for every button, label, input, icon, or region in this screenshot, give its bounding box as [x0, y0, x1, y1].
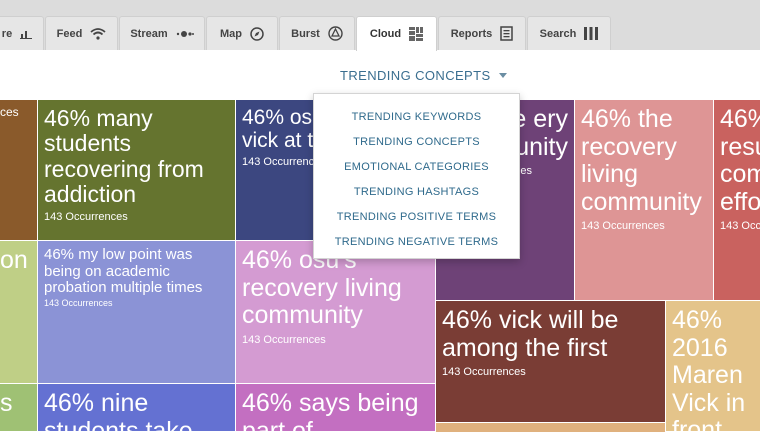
concept-type-dropdown[interactable]: TRENDING CONCEPTS: [340, 68, 507, 83]
wifi-icon: [90, 27, 106, 40]
tile-text: 46% vick will be among the first: [442, 306, 619, 362]
menu-item-trending-negative-terms[interactable]: TRENDING NEGATIVE TERMS: [314, 229, 519, 254]
treemap-tile[interactable]: 46% nine students take: [38, 384, 236, 432]
menu-item-emotional-categories[interactable]: EMOTIONAL CATEGORIES: [314, 154, 519, 179]
grid-icon: [409, 27, 424, 41]
stream-dots-icon: [176, 30, 194, 38]
tile-occurrences: 143 Occurrences: [581, 220, 665, 232]
burst-icon: [328, 26, 343, 41]
treemap-tile[interactable]: on: [0, 241, 38, 384]
treemap-tile[interactable]: 46% vick will be among the first 143 Occ…: [436, 301, 666, 423]
tab-label: re: [1, 27, 13, 40]
tab-map[interactable]: Map: [206, 16, 278, 50]
tile-text: 46% resu com effo: [720, 105, 760, 216]
treemap-tile[interactable]: s: [0, 384, 38, 432]
menu-item-trending-concepts[interactable]: TRENDING CONCEPTS: [314, 129, 519, 154]
tab-overview[interactable]: re: [0, 16, 44, 50]
columns-icon: [584, 27, 599, 40]
tab-search[interactable]: Search: [527, 16, 611, 50]
tile-text: ces: [0, 105, 19, 119]
concept-type-menu: TRENDING KEYWORDS TRENDING CONCEPTS EMOT…: [313, 93, 520, 259]
tile-text: 46% nine students take: [44, 389, 193, 432]
tab-label: Map: [220, 27, 242, 40]
dropdown-selected-label: TRENDING CONCEPTS: [340, 68, 491, 83]
tile-occurrences: 143 Occurrences: [442, 366, 526, 378]
compass-icon: [250, 26, 264, 41]
tile-occurrences: 143 Occ: [720, 220, 760, 232]
tab-bar: re Feed Stream Map Burst Cloud Reports S…: [0, 0, 760, 51]
treemap-tile[interactable]: 46% resu com effo 143 Occ: [714, 100, 760, 301]
tile-text: 46% 2016 Maren Vick in front: [672, 306, 746, 432]
tile-occurrences: 143 Occurrences: [242, 333, 326, 346]
tile-text: 46% the recovery living community: [581, 105, 702, 216]
treemap-tile[interactable]: 46% 2016 Maren Vick in front: [666, 301, 760, 432]
tile-text: on: [0, 246, 28, 274]
treemap-tile[interactable]: 46% osu's recovery living community 143 …: [236, 241, 436, 384]
tile-text: s: [0, 389, 13, 417]
treemap-tile[interactable]: 46% many students recovering from addict…: [38, 100, 236, 241]
tab-label: Feed: [56, 27, 83, 40]
tile-occurrences: 143 Occurrences: [44, 297, 113, 308]
tab-label: Stream: [130, 27, 168, 40]
tab-label: Burst: [291, 27, 320, 40]
tab-burst[interactable]: Burst: [279, 16, 355, 50]
treemap-tile[interactable]: ces: [0, 100, 38, 241]
treemap-tile[interactable]: 46% says being part of: [236, 384, 436, 432]
tile-text: 46% osu's recovery living community: [242, 246, 402, 329]
document-icon: [500, 26, 514, 41]
treemap-tile[interactable]: 46% the recovery living community 143 Oc…: [575, 100, 714, 301]
menu-item-trending-keywords[interactable]: TRENDING KEYWORDS: [314, 104, 519, 129]
menu-item-trending-positive-terms[interactable]: TRENDING POSITIVE TERMS: [314, 204, 519, 229]
treemap-tile[interactable]: [436, 423, 666, 432]
tab-cloud[interactable]: Cloud: [356, 16, 437, 51]
tab-label: Reports: [450, 27, 493, 40]
tab-label: Search: [539, 27, 577, 40]
tile-text: 46% says being part of: [242, 389, 419, 432]
tab-feed[interactable]: Feed: [45, 16, 118, 50]
bar-chart-icon: [20, 28, 33, 39]
app-page: re Feed Stream Map Burst Cloud Reports S…: [0, 0, 760, 432]
treemap-tile[interactable]: 46% my low point was being on academic p…: [38, 241, 236, 384]
tile-text: 46% many students recovering from addict…: [44, 105, 204, 207]
tile-occurrences: 143 Occurrences: [44, 211, 128, 224]
chevron-down-icon: [498, 73, 507, 78]
tab-stream[interactable]: Stream: [119, 16, 205, 50]
tile-text: 46% my low point was being on academic p…: [44, 246, 203, 296]
menu-item-trending-hashtags[interactable]: TRENDING HASHTAGS: [314, 179, 519, 204]
tab-reports[interactable]: Reports: [438, 16, 526, 50]
tab-label: Cloud: [369, 28, 402, 40]
